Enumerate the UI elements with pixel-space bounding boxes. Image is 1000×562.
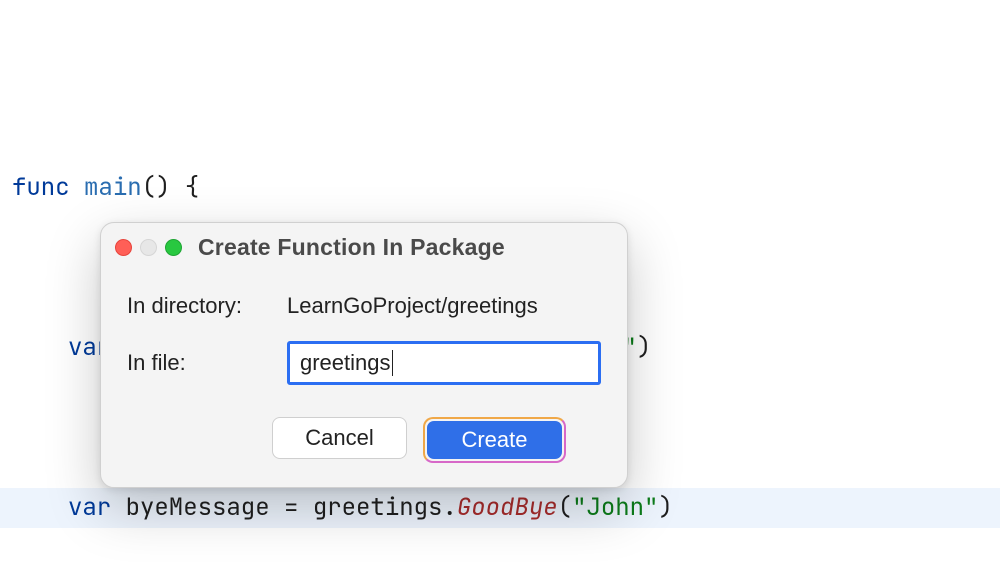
- file-label: In file:: [127, 350, 287, 376]
- code-line-3-highlighted: var byeMessage = greetings.GoodBye("John…: [0, 488, 1000, 528]
- cancel-button-label: Cancel: [305, 425, 373, 451]
- func-name-main: main: [84, 172, 142, 203]
- window-minimize-icon: [140, 239, 157, 256]
- create-button-label: Create: [461, 427, 527, 453]
- cancel-button[interactable]: Cancel: [272, 417, 407, 459]
- create-function-dialog: Create Function In Package In directory:…: [100, 222, 628, 488]
- text-caret-icon: [392, 350, 394, 376]
- window-close-icon[interactable]: [115, 239, 132, 256]
- window-zoom-icon[interactable]: [165, 239, 182, 256]
- create-button[interactable]: Create: [427, 421, 562, 459]
- parens: (): [142, 172, 171, 203]
- recv-greetings: greetings: [313, 492, 443, 523]
- string-literal: "John": [572, 492, 658, 523]
- dialog-body: In directory: LearnGoProject/greetings I…: [101, 271, 627, 463]
- code-line-1: func main() {: [0, 128, 1000, 208]
- directory-value: LearnGoProject/greetings: [287, 293, 601, 319]
- method-GoodBye-unresolved: GoodBye: [457, 492, 558, 523]
- file-name-value: greetings: [300, 350, 391, 376]
- directory-row: In directory: LearnGoProject/greetings: [127, 293, 601, 319]
- ident-byeMessage: byeMessage: [126, 492, 270, 523]
- directory-label: In directory:: [127, 293, 287, 319]
- dialog-title: Create Function In Package: [198, 234, 613, 261]
- dialog-titlebar: Create Function In Package: [101, 223, 627, 271]
- create-button-focus-ring: Create: [423, 417, 566, 463]
- keyword-func: func: [12, 172, 70, 203]
- file-name-input[interactable]: greetings: [287, 341, 601, 385]
- brace-open: {: [185, 172, 199, 203]
- keyword-var: var: [68, 492, 111, 523]
- file-row: In file: greetings: [127, 341, 601, 385]
- dialog-footer: Cancel Create: [237, 407, 601, 463]
